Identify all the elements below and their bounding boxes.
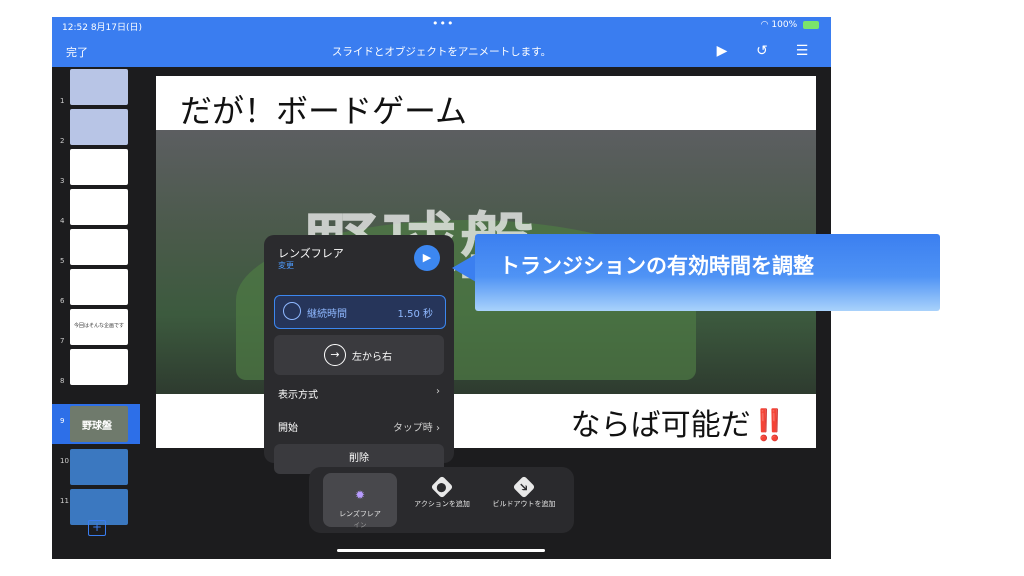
slide-number: 10 [60,457,69,465]
add-build-out-button[interactable]: ➔ ビルドアウトを追加 [487,467,561,533]
slide-thumb-7[interactable]: 今回はそんな企画です [70,309,128,345]
change-effect-link[interactable]: 変更 [278,260,294,271]
animation-toolbar: ✹ レンズフレア イン ● アクションを追加 ➔ ビルドアウトを追加 [309,467,574,533]
preview-play-button[interactable]: ▶ [414,245,440,271]
exclamation-mark: ‼️ [750,408,788,443]
lens-flare-build-in[interactable]: ✹ レンズフレア イン [323,473,397,529]
slide-number: 7 [60,337,65,345]
slide-number: 4 [60,217,65,225]
battery-icon [803,20,819,29]
duration-label: 継続時間 [307,309,347,320]
slide-thumb-8[interactable] [70,349,128,385]
slide-number: 8 [60,377,65,385]
slide-number: 9 [60,417,65,425]
duration-value: 1.50 秒 [397,309,433,320]
direction-button[interactable]: → 左から右 [274,335,444,375]
thumb-text: 今回はそんな企画です [74,323,125,329]
slide-number: 3 [60,177,65,185]
action-diamond-icon: ● [430,475,454,499]
slide-number: 5 [60,257,65,265]
chevron-right-icon: › [436,386,440,397]
sparkle-icon: ✹ [354,488,366,502]
slide-thumb-5[interactable] [70,229,128,265]
status-bar: 12:52 8月17日(日) ••• ◠ 100% [52,17,831,35]
callout-text: トランジションの有効時間を調整 [499,254,814,278]
slide-thumb-2[interactable] [70,109,128,145]
slide-navigator: 1 2 3 4 5 6 今回はそんな企画です 7 8 野球盤 9 10 11 [52,67,142,559]
slide-title[interactable]: だが！ボードゲーム [180,86,467,132]
slide-number: 2 [60,137,65,145]
slide-number: 1 [60,97,65,105]
nav-bar: 完了 スライドとオブジェクトをアニメートします。 ▶ ↺ ☰ [52,35,831,67]
animation-popover: レンズフレア 変更 ▶ 継続時間 1.50 秒 → 左から右 表示方式 › 開始… [264,235,454,474]
list-icon[interactable]: ☰ [792,41,812,61]
slide-thumb-1[interactable] [70,69,128,105]
slide-number: 11 [60,497,69,505]
build-in-label: レンズフレア [339,510,381,518]
slide-thumb-4[interactable] [70,189,128,225]
play-slideshow-icon[interactable]: ▶ [712,41,732,61]
start-value: タップ時 › [392,423,440,434]
slide-thumb-9[interactable]: 野球盤 [70,406,128,442]
arrow-right-icon: → [324,344,346,366]
multitask-dots[interactable]: ••• [432,17,454,30]
duration-row[interactable]: 継続時間 1.50 秒 [274,295,446,329]
slide-number: 6 [60,297,65,305]
display-style-label: 表示方式 [278,390,318,401]
add-action-label: アクションを追加 [414,500,470,508]
status-right: ◠ 100% [761,20,819,30]
wifi-icon: ◠ [760,20,769,30]
add-build-out-label: ビルドアウトを追加 [492,500,556,508]
status-time: 12:52 8月17日(日) [62,23,143,33]
slide-thumb-6[interactable] [70,269,128,305]
battery-percent: 100% [771,20,798,30]
add-action-button[interactable]: ● アクションを追加 [405,467,479,533]
slide-caption[interactable]: ならば可能だ‼️ [571,400,788,444]
slide-thumb-3[interactable] [70,149,128,185]
thumb-text: 野球盤 [82,421,112,432]
start-row[interactable]: 開始 タップ時 › [278,419,440,434]
build-in-sub: イン [353,521,367,529]
callout-tail [452,254,476,282]
start-label: 開始 [278,423,298,434]
effect-name: レンズフレア [278,247,344,260]
home-indicator[interactable] [337,549,545,552]
slide-thumb-10[interactable] [70,449,128,485]
direction-label: 左から右 [352,352,392,363]
add-slide-icon[interactable]: + [88,520,106,536]
undo-icon[interactable]: ↺ [752,41,772,61]
timer-icon [283,302,301,320]
display-style-row[interactable]: 表示方式 › [278,386,440,401]
annotation-callout: トランジションの有効時間を調整 [475,234,940,311]
build-out-diamond-icon: ➔ [512,475,536,499]
